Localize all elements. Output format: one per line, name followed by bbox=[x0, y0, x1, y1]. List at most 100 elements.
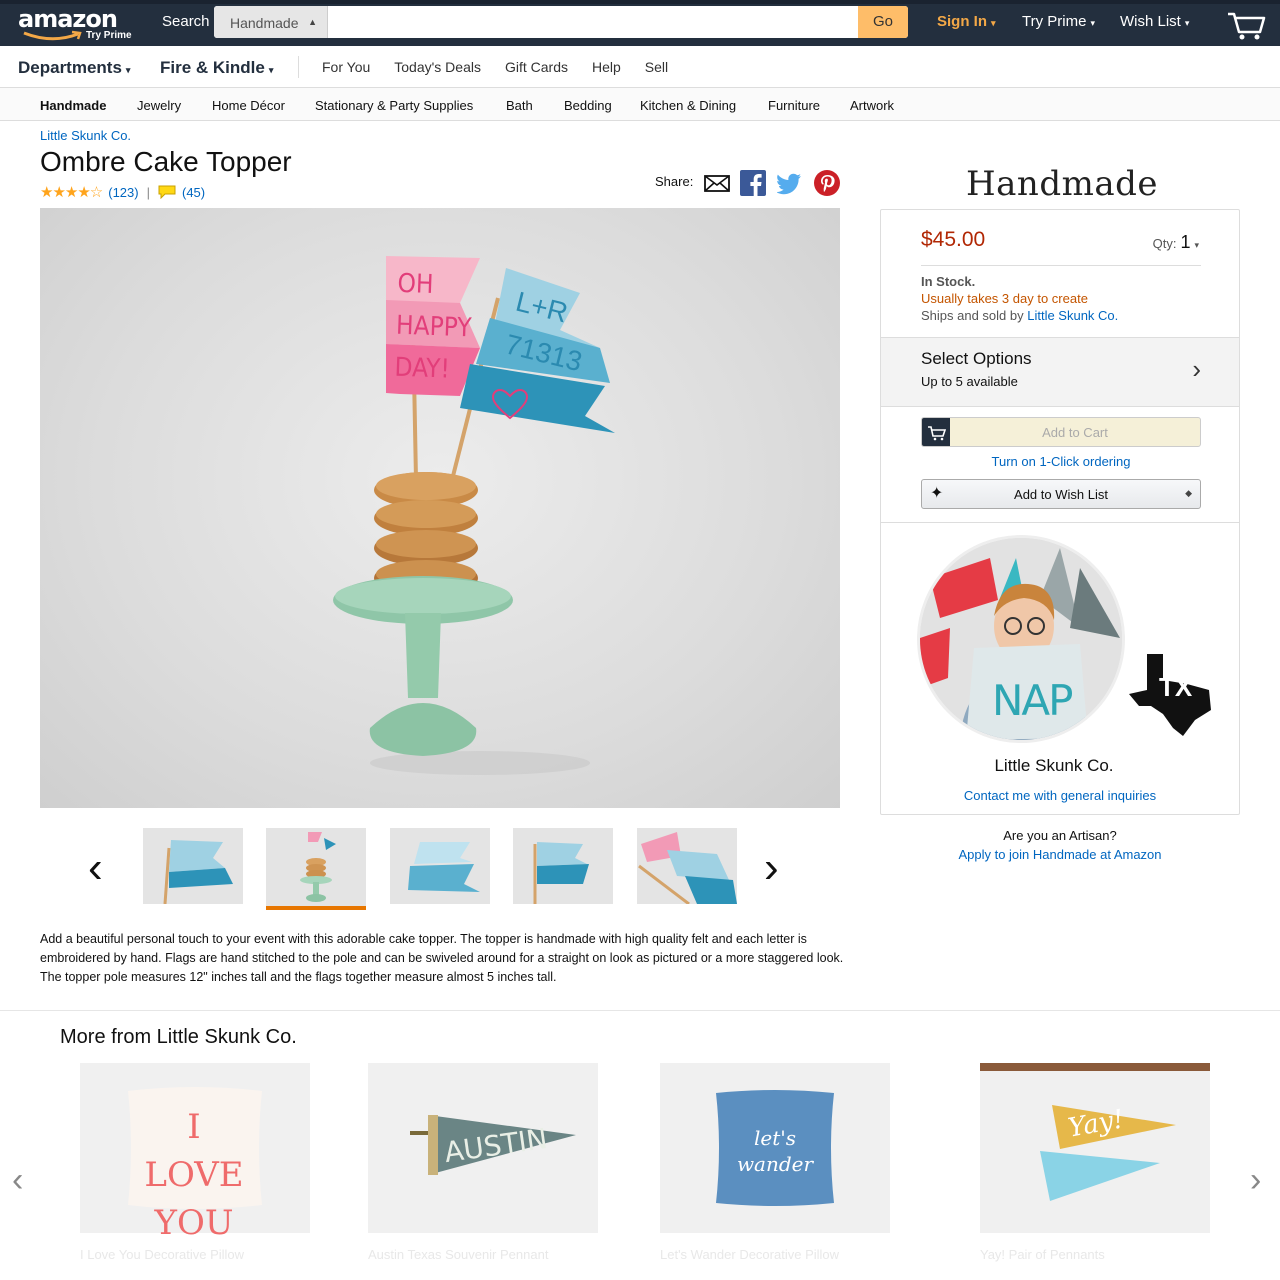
flag-word: OH bbox=[396, 268, 435, 300]
chevron-right-icon[interactable]: › bbox=[1250, 1161, 1261, 1200]
try-prime-menu[interactable]: Try Prime ▾ bbox=[1022, 13, 1095, 30]
star-rating-icon[interactable]: ★★★★☆ bbox=[40, 183, 103, 201]
category-home-decor[interactable]: Home Décor bbox=[212, 98, 285, 113]
quantity-select[interactable]: Qty: 1 ▾ bbox=[1153, 232, 1199, 253]
pillow-text: let's wander bbox=[736, 1126, 814, 1176]
chevron-left-icon[interactable]: ‹ bbox=[88, 846, 103, 890]
more-item-label[interactable]: Austin Texas Souvenir Pennant bbox=[368, 1247, 548, 1262]
heart-icon bbox=[491, 388, 529, 420]
comment-count-link[interactable]: (45) bbox=[182, 185, 205, 200]
mail-icon[interactable] bbox=[704, 170, 730, 196]
search-bar: Handmade ▲ Go bbox=[214, 6, 908, 38]
nav-link-help[interactable]: Help bbox=[592, 59, 621, 75]
stock-status: In Stock. bbox=[921, 274, 976, 289]
thumbnail-image bbox=[163, 840, 233, 904]
contact-artisan-link[interactable]: Contact me with general inquiries bbox=[881, 788, 1239, 803]
handmade-logo: Handmade bbox=[966, 164, 1158, 204]
chevron-right-icon: › bbox=[1192, 354, 1201, 384]
category-artwork[interactable]: Artwork bbox=[850, 98, 894, 113]
more-item-label[interactable]: Let's Wander Decorative Pillow bbox=[660, 1247, 839, 1262]
dept-links: For You Today's Deals Gift Cards Help Se… bbox=[322, 59, 692, 75]
facebook-icon[interactable] bbox=[740, 170, 766, 196]
search-category-value: Handmade bbox=[230, 15, 299, 31]
options-availability: Up to 5 available bbox=[921, 374, 1018, 389]
fire-kindle-label: Fire & Kindle bbox=[160, 58, 265, 77]
category-jewelry[interactable]: Jewelry bbox=[137, 98, 181, 113]
more-item-3[interactable]: let's wander bbox=[660, 1063, 890, 1233]
logo-text: amazon bbox=[18, 5, 118, 33]
category-handmade[interactable]: Handmade bbox=[40, 98, 106, 113]
more-item-label[interactable]: Yay! Pair of Pennants bbox=[980, 1247, 1105, 1262]
chevron-down-icon: ▾ bbox=[268, 65, 274, 75]
select-options-row[interactable]: Select Options Up to 5 available › bbox=[881, 337, 1239, 407]
chevron-down-icon: ▾ bbox=[1090, 18, 1095, 28]
thumbnail-4[interactable] bbox=[513, 828, 613, 904]
category-stationary[interactable]: Stationary & Party Supplies bbox=[315, 98, 473, 113]
category-kitchen-dining[interactable]: Kitchen & Dining bbox=[640, 98, 736, 113]
rating-row: ★★★★☆ (123) | (45) bbox=[40, 183, 205, 201]
apply-handmade-link[interactable]: Apply to join Handmade at Amazon bbox=[880, 847, 1240, 862]
qty-label: Qty: bbox=[1152, 236, 1177, 251]
chevron-down-icon: ▾ bbox=[991, 18, 996, 28]
product-description: Add a beautiful personal touch to your e… bbox=[40, 932, 844, 984]
category-furniture[interactable]: Furniture bbox=[768, 98, 820, 113]
nav-link-sell[interactable]: Sell bbox=[645, 59, 668, 75]
product-title: Ombre Cake Topper bbox=[40, 146, 292, 177]
top-nav-bar: amazon Try Prime Search Handmade ▲ Go Si… bbox=[0, 0, 1280, 46]
artisan-name: Little Skunk Co. bbox=[994, 756, 1114, 775]
add-to-cart-button[interactable]: Add to Cart bbox=[921, 417, 1201, 447]
wish-list-menu[interactable]: Wish List ▾ bbox=[1120, 13, 1189, 30]
ships-sold-by: Ships and sold by Little Skunk Co. bbox=[921, 308, 1118, 323]
cart-icon[interactable] bbox=[1226, 6, 1266, 42]
one-click-link[interactable]: Turn on 1-Click ordering bbox=[921, 454, 1201, 469]
search-category-select[interactable]: Handmade ▲ bbox=[214, 6, 328, 38]
seller-link[interactable]: Little Skunk Co. bbox=[40, 128, 131, 143]
more-item-1[interactable]: I LOVE YOU bbox=[80, 1063, 310, 1243]
pillow-lettering: NAP bbox=[992, 676, 1073, 725]
departments-dropdown[interactable]: Departments ▾ bbox=[18, 58, 130, 78]
nav-link-todays-deals[interactable]: Today's Deals bbox=[394, 59, 481, 75]
category-bath[interactable]: Bath bbox=[506, 98, 533, 113]
ships-seller-link[interactable]: Little Skunk Co. bbox=[1027, 308, 1118, 323]
nav-link-for-you[interactable]: For You bbox=[322, 59, 370, 75]
select-arrows-icon: ▲ bbox=[308, 17, 317, 27]
amazon-logo[interactable]: amazon Try Prime bbox=[18, 5, 132, 41]
category-bedding[interactable]: Bedding bbox=[564, 98, 612, 113]
chevron-down-icon: ▾ bbox=[125, 65, 131, 75]
thumbnail-3[interactable] bbox=[390, 828, 490, 904]
rating-count-link[interactable]: (123) bbox=[108, 185, 138, 200]
try-prime-sublogo: Try Prime bbox=[86, 30, 132, 41]
thumbnail-image bbox=[533, 842, 589, 904]
twitter-icon[interactable] bbox=[777, 170, 803, 196]
search-input[interactable] bbox=[328, 6, 858, 38]
thumbnail-5[interactable] bbox=[637, 828, 737, 904]
nav-link-gift-cards[interactable]: Gift Cards bbox=[505, 59, 568, 75]
share-label: Share: bbox=[655, 174, 694, 189]
divider: | bbox=[146, 184, 150, 200]
pinterest-icon[interactable] bbox=[814, 170, 840, 196]
qty-value: 1 bbox=[1180, 232, 1191, 252]
chevron-left-icon[interactable]: ‹ bbox=[12, 1161, 23, 1200]
add-to-wish-list-button[interactable]: ✦ Add to Wish List ◆ bbox=[921, 479, 1201, 509]
search-go-button[interactable]: Go bbox=[858, 6, 908, 38]
flag-word: DAY! bbox=[394, 352, 451, 385]
fire-kindle-dropdown[interactable]: Fire & Kindle ▾ bbox=[160, 58, 273, 78]
thumbnail-2[interactable] bbox=[266, 828, 366, 910]
thumbnail-1[interactable] bbox=[143, 828, 243, 904]
add-to-cart-label: Add to Cart bbox=[1042, 425, 1108, 440]
more-item-2[interactable]: AUSTIN bbox=[368, 1063, 598, 1233]
more-item-label[interactable]: I Love You Decorative Pillow bbox=[80, 1247, 244, 1262]
flag1-text: OH HAPPY DAY! bbox=[394, 263, 474, 392]
main-product-image[interactable]: OH HAPPY DAY! L+R 71313 bbox=[40, 208, 840, 808]
select-arrows-icon: ◆ bbox=[1185, 488, 1192, 498]
more-item-4[interactable]: Yay! bbox=[980, 1063, 1210, 1233]
divider bbox=[881, 522, 1239, 523]
ships-prefix: Ships and sold by bbox=[921, 308, 1028, 323]
price: $45.00 bbox=[921, 228, 986, 251]
buy-box: $45.00 Qty: 1 ▾ In Stock. Usually takes 3 … bbox=[880, 209, 1240, 815]
chevron-right-icon[interactable]: › bbox=[764, 846, 779, 890]
flag-word: HAPPY bbox=[395, 310, 473, 344]
state-label: TX bbox=[1159, 672, 1193, 702]
sign-in-menu[interactable]: Sign In ▾ bbox=[937, 13, 996, 30]
artisan-avatar[interactable]: NAP bbox=[917, 535, 1125, 743]
